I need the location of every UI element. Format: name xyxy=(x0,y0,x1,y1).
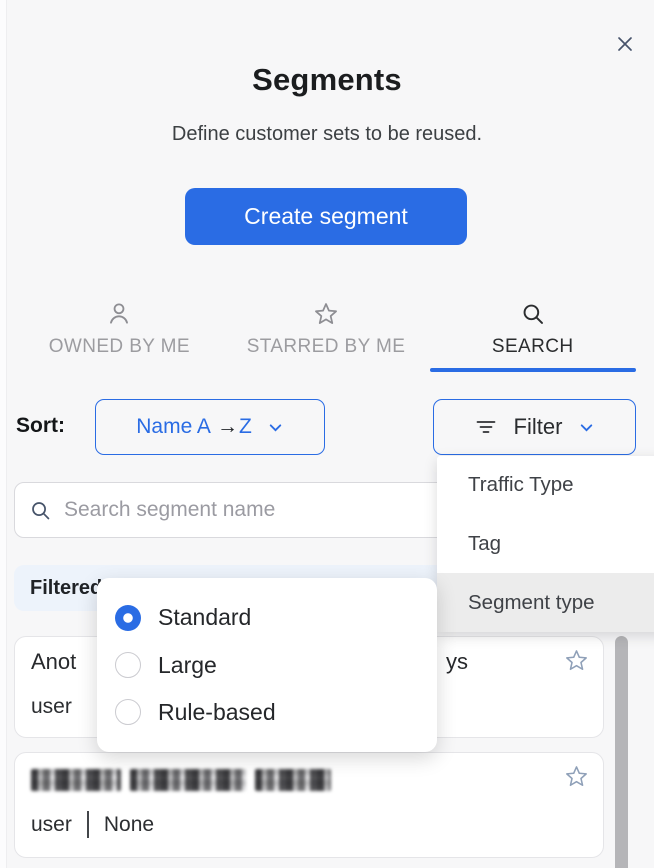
sort-value-suffix: Z xyxy=(239,415,252,439)
radio-label: Standard xyxy=(158,604,251,631)
scrollbar-thumb[interactable] xyxy=(615,636,628,868)
sort-label: Sort: xyxy=(16,414,65,438)
tab-starred-by-me[interactable]: STARRED BY ME xyxy=(223,296,430,374)
segment-list-item[interactable]: user None xyxy=(14,752,604,858)
radio-option-standard[interactable]: Standard xyxy=(97,604,437,631)
menu-item-segment-type[interactable]: Segment type xyxy=(437,573,654,632)
radio-unselected-icon xyxy=(115,699,141,725)
redacted-title xyxy=(31,769,331,791)
menu-item-traffic-type[interactable]: Traffic Type xyxy=(437,456,654,515)
active-tab-underline xyxy=(430,368,636,372)
menu-item-tag[interactable]: Tag xyxy=(437,515,654,574)
page-title: Segments xyxy=(0,62,654,98)
segment-subtitle-left: user xyxy=(31,813,72,837)
chevron-down-icon xyxy=(267,419,284,436)
star-icon xyxy=(313,300,339,327)
sort-dropdown[interactable]: Name A → Z xyxy=(95,399,325,455)
segment-subtitle: user None xyxy=(31,811,154,838)
star-icon[interactable] xyxy=(564,648,589,673)
right-arrow-glyph: → xyxy=(217,415,238,439)
chevron-down-icon xyxy=(578,419,595,436)
filter-menu: Traffic Type Tag Segment type xyxy=(437,456,654,632)
radio-label: Large xyxy=(158,652,217,679)
segment-title-fragment: ys xyxy=(446,649,468,675)
tab-owned-by-me[interactable]: OWNED BY ME xyxy=(16,296,223,374)
star-icon[interactable] xyxy=(564,764,589,789)
segment-subtitle-right: None xyxy=(104,813,154,837)
tab-search[interactable]: SEARCH xyxy=(429,296,636,374)
tab-label: STARRED BY ME xyxy=(247,336,406,358)
radio-unselected-icon xyxy=(115,652,141,678)
sort-value: Name A xyxy=(136,415,211,439)
radio-option-rule-based[interactable]: Rule-based xyxy=(97,699,437,726)
page-subtitle: Define customer sets to be reused. xyxy=(0,123,654,146)
filter-dropdown[interactable]: Filter xyxy=(433,399,636,455)
person-icon xyxy=(106,300,132,327)
radio-option-large[interactable]: Large xyxy=(97,652,437,679)
filter-icon xyxy=(474,415,498,439)
create-segment-button[interactable]: Create segment xyxy=(185,188,467,245)
search-icon xyxy=(520,300,546,327)
filter-label: Filter xyxy=(514,414,563,440)
segment-type-popup: Standard Large Rule-based xyxy=(97,578,437,752)
search-icon xyxy=(29,499,52,522)
segment-subtitle: user xyxy=(31,695,72,719)
segment-title-fragment: Anot xyxy=(31,649,76,675)
radio-selected-icon xyxy=(115,605,141,631)
tab-label: SEARCH xyxy=(492,336,574,358)
tab-label: OWNED BY ME xyxy=(49,336,190,358)
tab-bar: OWNED BY ME STARRED BY ME SEARCH xyxy=(16,296,636,374)
close-icon[interactable] xyxy=(613,32,637,56)
radio-label: Rule-based xyxy=(158,699,276,726)
divider xyxy=(87,811,89,838)
